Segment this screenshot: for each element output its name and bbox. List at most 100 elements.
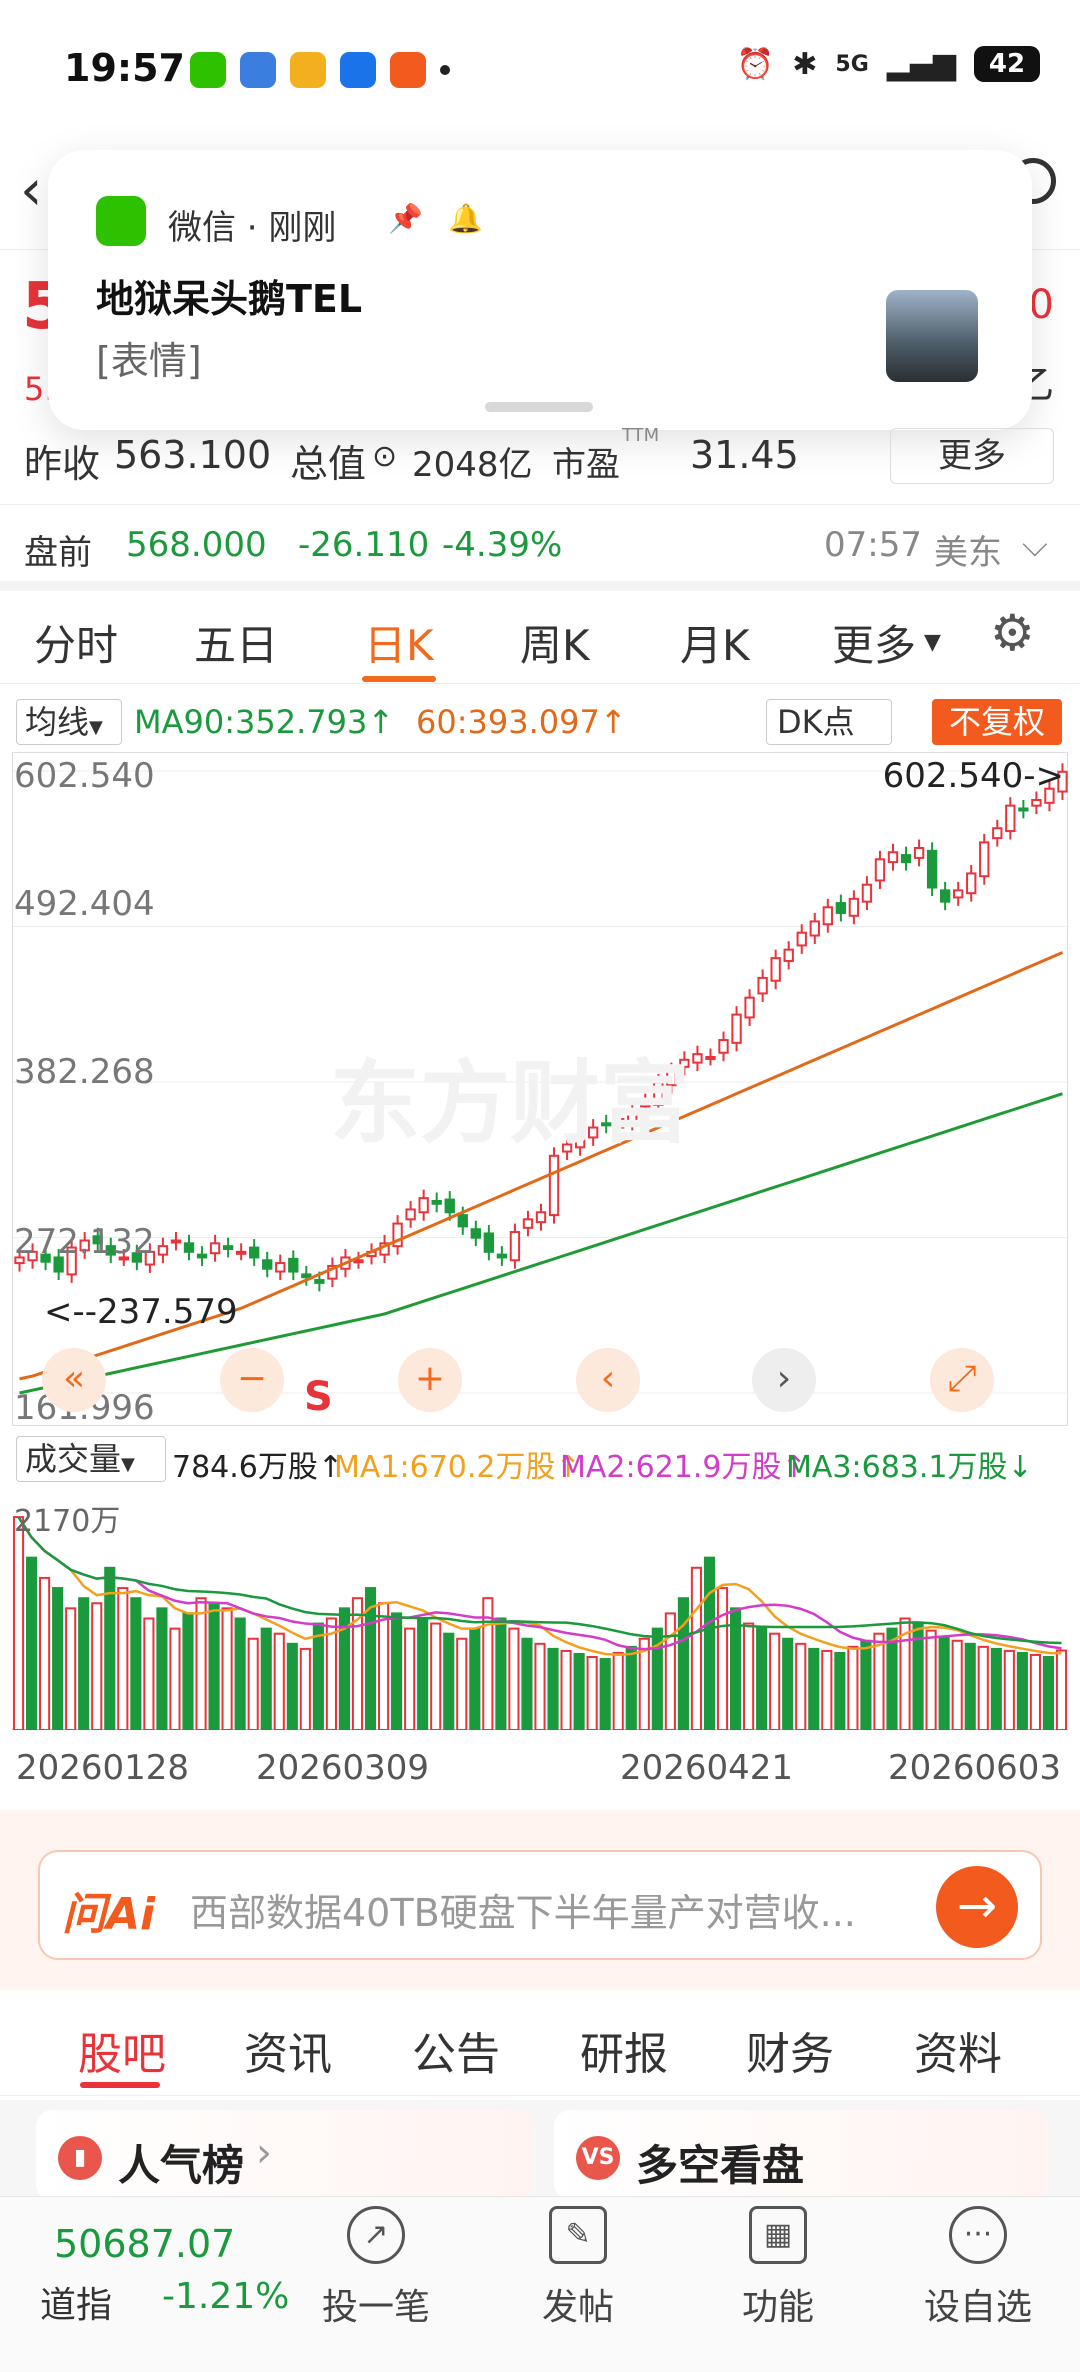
nav-functions[interactable]: ▦ 功能 [708,2206,848,2330]
notification-handle[interactable] [485,402,593,412]
volume-bar [430,1622,442,1731]
candle [887,851,899,864]
dji-name[interactable]: 道指 [40,2276,112,2328]
no-adjust-button[interactable]: 不复权 [932,699,1062,745]
volume-bar [417,1617,429,1731]
gear-icon[interactable]: ⚙ [990,604,1035,662]
volume-bar [1042,1656,1055,1731]
tab-weekly-k[interactable]: 周K [520,612,590,673]
volume-bar [273,1632,285,1731]
volume-ma1: MA1:670.2万股↑ [334,1450,581,1485]
zoom-out-icon[interactable]: − [220,1348,284,1412]
dji-percent[interactable]: -1.21% [162,2276,289,2317]
pin-icon[interactable]: 📌 [388,202,423,235]
tab-research[interactable]: 研报 [580,2018,668,2082]
candle [822,906,833,926]
volume-bar [834,1651,846,1731]
premarket-price: 568.000 [126,525,267,565]
candle [353,1259,364,1264]
price-axis-2: 492.404 [14,884,155,924]
ma-select[interactable]: 均线▼ [16,699,122,745]
price-axis-3: 382.268 [14,1052,155,1092]
nav-post[interactable]: ✎ 发帖 [508,2206,648,2330]
edit-icon: ✎ [549,2206,607,2264]
dji-value[interactable]: 50687.07 [54,2222,235,2266]
volume-bar [221,1607,233,1731]
volume-bar [1055,1649,1068,1731]
candle [262,1259,273,1270]
prev-close-value: 563.100 [114,433,272,477]
status-bar: 19:57 ⏰ ✱ 5G ▂▄▆ 42 [0,0,1080,140]
ai-prompt-text[interactable]: 西部数据40TB硬盘下半年量产对营收... [190,1882,930,1937]
volume-bar [234,1617,246,1731]
long-short-card[interactable]: VS 多空看盘 [554,2110,1048,2200]
volume-chart[interactable] [12,1490,1068,1732]
dropdown-arrow-icon[interactable]: ▼ [924,630,941,655]
sub-tab-underline [80,2082,160,2088]
tab-daily-k[interactable]: 日K [364,612,434,673]
candle [548,1154,560,1217]
date-label: 20260309 [256,1748,430,1788]
volume-bar [299,1647,311,1731]
volume-select[interactable]: 成交量▼ [16,1436,166,1482]
volume-ma2: MA2:621.9万股↑ [560,1450,807,1485]
prev-icon[interactable]: ‹ [576,1348,640,1412]
candle [496,1253,508,1259]
candle [966,872,977,895]
tab-forum[interactable]: 股吧 [78,2018,166,2082]
candle [470,1228,481,1239]
candle [509,1231,521,1262]
arrow-right-icon[interactable]: → [936,1866,1018,1948]
ai-search-bar[interactable]: 问Ai 西部数据40TB硬盘下半年量产对营收... → [38,1850,1042,1960]
content-tabs: 股吧 资讯 公告 研报 财务 资料 [0,2000,1080,2096]
pe-label: 市盈 [552,445,620,485]
dropdown-arrow-icon: ▼ [89,717,103,738]
volume-bar [951,1639,963,1732]
candle [418,1197,429,1214]
info-icon[interactable]: ⊙ [372,439,397,474]
candle [301,1273,312,1279]
dk-points-button[interactable]: DK点 [766,699,892,745]
tab-finance[interactable]: 财务 [746,2018,834,2082]
tab-five-day[interactable]: 五日 [194,612,278,673]
zoom-in-icon[interactable]: + [398,1348,462,1412]
candle [900,854,912,864]
candle [209,1242,221,1255]
price-axis-1: 602.540 [14,756,155,796]
tab-announcements[interactable]: 公告 [412,2018,500,2082]
tab-monthly-k[interactable]: 月K [680,612,750,673]
volume-row: 成交量▼ 784.6万股↑ MA1:670.2万股↑ MA2:621.9万股↑ … [0,1432,1080,1488]
volume-bar [521,1637,533,1732]
more-info-button[interactable]: 更多 [890,428,1054,484]
next-icon[interactable]: › [752,1348,816,1412]
chevron-down-icon[interactable]: ⌵ [1022,525,1048,565]
tab-intraday[interactable]: 分时 [34,612,118,673]
popularity-card[interactable]: ▮ 人气榜 › [36,2110,534,2200]
candle [444,1198,455,1214]
more-icon: ··· [949,2206,1007,2264]
orange-app-icon [390,52,426,88]
volume-ma3: MA3:683.1万股↓ [786,1450,1033,1485]
signal-bars-icon: ▂▄▆ [886,46,956,82]
candle [314,1279,325,1284]
rewind-icon[interactable]: « [42,1348,106,1412]
tab-news[interactable]: 资讯 [244,2018,332,2082]
candle [288,1257,299,1273]
wechat-notification[interactable]: 微信 · 刚刚 📌 🔔 地狱呆头鹅TEL [表情] [48,150,1032,430]
nav-add-favorite[interactable]: ··· 设自选 [908,2206,1048,2330]
volume-bar [560,1649,572,1731]
candle [405,1208,416,1221]
status-app-icons [190,52,450,88]
volume-bar [195,1597,207,1732]
tab-profile[interactable]: 资料 [914,2018,1002,2082]
candle [431,1199,442,1205]
back-icon[interactable]: ‹ [20,158,42,223]
bell-icon[interactable]: 🔔 [448,202,483,235]
volume-bar [39,1576,51,1731]
volume-bar [873,1632,885,1731]
nav-invest[interactable]: ↗ 投一笔 [306,2206,446,2330]
tab-more[interactable]: 更多 [832,612,916,673]
volume-bar [769,1632,781,1731]
fullscreen-icon[interactable]: ⤢ [930,1348,994,1412]
trend-icon: ↗ [347,2206,405,2264]
